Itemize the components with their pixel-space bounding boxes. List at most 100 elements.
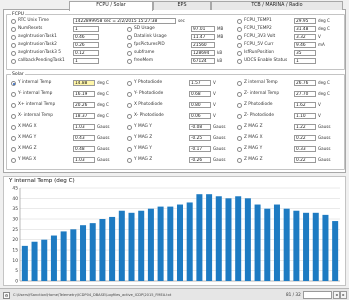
tab-bar: FCPU / Solar EPS TCB / MARINA / Radio (3, 1, 346, 11)
col1-x-mag-z-6-radio[interactable] (11, 146, 16, 152)
prev-button[interactable]: ◂ (333, 291, 340, 299)
col3-z-mag-x-5-unit: Gauss (318, 135, 331, 140)
avgintrusiontask2-radio[interactable] (11, 42, 16, 48)
col2-y-mag-y-4-label: Y MAG Y (134, 124, 152, 129)
col1-y-internal-temp-0-label: Y internal Temp (18, 80, 52, 85)
col3-z-internal-temp-1-label: Z- internal Temp (244, 91, 280, 96)
col1-y-internal-temp-1-radio[interactable] (11, 91, 16, 97)
y-tick-label: 35 (12, 206, 18, 212)
col1-x-internal-temp-2-radio[interactable] (11, 102, 16, 108)
col2-y-mag-y-6-unit: Gauss (213, 146, 226, 151)
col3-z-mag-x-5-radio[interactable] (237, 135, 242, 141)
page-select[interactable] (303, 291, 332, 299)
y-tick-label: 15 (12, 248, 18, 254)
status-bar: ⚙ C:\Users\fSanction\Home\Telemetry\ICDP… (0, 288, 349, 300)
col1-x-internal-temp-3-radio[interactable] (11, 113, 16, 119)
tab-fcpu-solar[interactable]: FCPU / Solar (69, 1, 153, 11)
numresets-label: NumResets (18, 26, 43, 31)
col3-z-internal-temp-1-unit: deg C (318, 91, 330, 96)
tab-tcb-marina-radio[interactable]: TCB / MARINA / Radio (211, 1, 343, 10)
datalink-usage-radio[interactable] (127, 34, 132, 40)
col2-y-mag-z-7-label: Y MAG Z (134, 157, 153, 162)
col3-z-mag-x-5-value: 0.22 (294, 135, 316, 141)
datalink-usage-label: Datalink Usage (134, 34, 167, 39)
col2-y-photodiode-1-unit: V (213, 91, 216, 96)
bar (109, 216, 116, 281)
bar (80, 225, 87, 281)
fpspicturespid-label: fpsPicturesPID (134, 42, 165, 47)
col3-z-mag-z-4-unit: Gauss (318, 124, 331, 129)
col2-y-mag-y-6-value: -0.17 (189, 146, 211, 152)
bar (206, 194, 213, 281)
rtc-unix-time-unit: sec (178, 18, 185, 23)
col1-y-internal-temp-0-unit: deg C (97, 80, 109, 85)
col3-z-photodiode-3-radio[interactable] (237, 113, 242, 119)
bar (254, 204, 261, 281)
fcpu-group: FCPU RTC Unix Time 1422899958 sec = 2/2/2… (6, 12, 345, 70)
avgintrusiontask1-radio[interactable] (11, 34, 16, 40)
col3-z-mag-z-4-value: 1.22 (294, 124, 316, 130)
col3-z-internal-temp-1-value: 27.70 (294, 91, 316, 97)
udcs-enable-status-label: UDCS Enable Status (244, 58, 288, 63)
numresets-radio[interactable] (11, 26, 16, 32)
col2-x-photodiode-3-label: X- Photodiode (134, 113, 164, 118)
fcpu-temp2-label: FCPU_TEMP2 (244, 26, 272, 31)
bar (186, 202, 193, 281)
col3-z-mag-z-4-radio[interactable] (237, 124, 242, 130)
settings-icon[interactable]: ⚙ (3, 292, 10, 299)
freemem-radio[interactable] (127, 58, 132, 64)
solar-group: Solar Y internal Temp 14.88 deg C Y- intern… (6, 72, 345, 170)
col1-x-mag-z-6-value: 0.48 (73, 146, 95, 152)
fcpu-5v-curr-radio[interactable] (237, 42, 242, 48)
col2-y-mag-y-6-radio[interactable] (127, 146, 132, 152)
fcpu-temp2-radio[interactable] (237, 26, 242, 32)
tab-eps[interactable]: EPS (153, 1, 211, 10)
avgintrusiontask3-5-value: 0.12 (73, 50, 99, 56)
col3-z-photodiode-2-radio[interactable] (237, 102, 242, 108)
col2-y-photodiode-1-radio[interactable] (127, 91, 132, 97)
col1-x-mag-x-4-value: 1.03 (73, 124, 95, 130)
col3-z-internal-temp-0-value: 26.76 (294, 80, 316, 86)
col1-x-internal-temp-2-label: X+ internal Temp (18, 102, 56, 107)
col2-y-photodiode-0-value: 1.57 (189, 80, 211, 86)
sd-usage-label: SD Usage (134, 26, 155, 31)
fcpu-temp1-radio[interactable] (237, 18, 242, 24)
rtc-unix-time-radio[interactable] (11, 18, 16, 24)
col2-y-mag-z-5-radio[interactable] (127, 135, 132, 141)
fcpu-3v3-volt-label: FCPU_3V3 Volt (244, 34, 276, 39)
col1-x-mag-x-4-radio[interactable] (11, 124, 16, 130)
subframe-radio[interactable] (127, 50, 132, 56)
col1-y-internal-temp-0-radio[interactable] (11, 80, 16, 86)
col2-y-mag-y-4-value: -0.08 (189, 124, 211, 130)
rtc-unix-time-label: RTC Unix Time (18, 18, 49, 23)
col3-z-photodiode-3-value: 1.10 (294, 113, 316, 119)
bar (235, 196, 242, 281)
bar (303, 212, 310, 281)
fcpu-3v3-volt-radio[interactable] (237, 34, 242, 40)
col2-y-photodiode-0-radio[interactable] (127, 80, 132, 86)
avgintrusiontask1-value: 0.46 (73, 34, 99, 40)
fcpu-temp1-unit: deg C (318, 18, 330, 23)
fpspicturespid-radio[interactable] (127, 42, 132, 48)
callbackpendingtask1-radio[interactable] (11, 58, 16, 64)
col1-y-mag-x-7-radio[interactable] (11, 157, 16, 163)
bar (244, 198, 251, 281)
udcs-enable-status-radio[interactable] (237, 58, 242, 64)
col2-x-photodiode-3-radio[interactable] (127, 113, 132, 119)
next-button[interactable]: ▸ (340, 291, 347, 299)
sd-usage-radio[interactable] (127, 26, 132, 32)
col2-x-photodiode-2-radio[interactable] (127, 102, 132, 108)
col1-x-mag-y-5-radio[interactable] (11, 135, 16, 141)
col3-z-internal-temp-0-radio[interactable] (237, 80, 242, 86)
col1-y-internal-temp-1-value: 16.19 (73, 91, 95, 97)
avgintrusiontask3-5-radio[interactable] (11, 50, 16, 56)
bar (128, 212, 135, 281)
col3-z-internal-temp-1-radio[interactable] (237, 91, 242, 97)
col3-z-mag-y-6-radio[interactable] (237, 146, 242, 152)
col2-y-mag-z-7-radio[interactable] (127, 157, 132, 163)
col3-z-mag-z-7-radio[interactable] (237, 157, 242, 163)
y-tick-label: 20 (12, 237, 18, 243)
isfrunposition-radio[interactable] (237, 50, 242, 56)
col2-y-mag-y-4-radio[interactable] (127, 124, 132, 130)
bar (322, 214, 329, 281)
